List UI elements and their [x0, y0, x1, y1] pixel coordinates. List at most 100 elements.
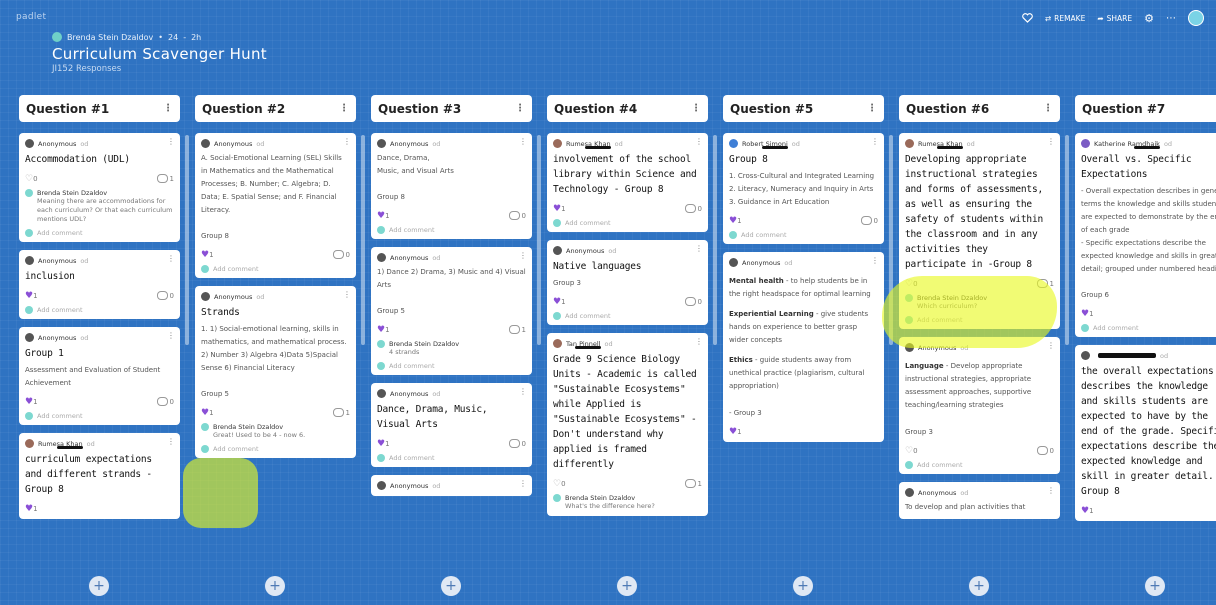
column-menu-icon[interactable]: ⋮: [867, 103, 877, 114]
padlet-logo[interactable]: padlet: [16, 12, 46, 22]
post-card[interactable]: Anonymous od ⋮ A. Social-Emotional Learning…: [195, 133, 356, 278]
post-card[interactable]: Anonymous od ⋮ Group 1 Assessment and Evalua…: [19, 327, 180, 425]
post-menu-icon[interactable]: ⋮: [695, 337, 703, 346]
add-comment-button[interactable]: Add comment: [25, 412, 174, 420]
like-button[interactable]: ♥1: [377, 439, 390, 449]
like-button[interactable]: ♥1: [377, 211, 390, 221]
post-card[interactable]: Rumesa Khan od ⋮ curriculum expectations an…: [19, 433, 180, 519]
column-scrollbar[interactable]: [713, 135, 717, 345]
add-post-button[interactable]: +: [441, 576, 461, 596]
post-card[interactable]: Anonymous od ⋮ Strands 1. 1) Social-emotiona…: [195, 286, 356, 458]
post-menu-icon[interactable]: ⋮: [519, 479, 527, 488]
add-comment-button[interactable]: Add comment: [1081, 324, 1216, 332]
post-menu-icon[interactable]: ⋮: [871, 137, 879, 146]
like-button[interactable]: ♡0: [25, 174, 38, 184]
heart-icon[interactable]: ♥: [1081, 309, 1089, 319]
add-comment-button[interactable]: Add comment: [377, 454, 526, 462]
add-comment-button[interactable]: Add comment: [201, 265, 350, 273]
comment-count[interactable]: 0: [1036, 446, 1054, 455]
comment-count[interactable]: 0: [684, 204, 702, 213]
add-comment-button[interactable]: Add comment: [553, 312, 702, 320]
like-button[interactable]: ♥1: [729, 216, 742, 226]
add-comment-button[interactable]: Add comment: [25, 229, 174, 237]
heart-icon[interactable]: ♥: [25, 291, 33, 301]
add-post-button[interactable]: +: [265, 576, 285, 596]
add-post-button[interactable]: +: [793, 576, 813, 596]
post-card[interactable]: Rumesa Khan od ⋮ involvement of the school …: [547, 133, 708, 232]
post-card[interactable]: Anonymous od ⋮: [371, 475, 532, 496]
like-button[interactable]: ♡0: [905, 279, 918, 289]
post-menu-icon[interactable]: ⋮: [695, 137, 703, 146]
post-card[interactable]: Anonymous od ⋮ Language - Develop appropria…: [899, 337, 1060, 474]
heart-icon[interactable]: ♥: [553, 297, 561, 307]
post-card[interactable]: Tan Pinnell od ⋮ Grade 9 Science Biology Un…: [547, 333, 708, 516]
column-menu-icon[interactable]: ⋮: [163, 103, 173, 114]
post-card[interactable]: Robert Simoni od ⋮ Group 8 1. Cross-Cultural…: [723, 133, 884, 244]
post-card[interactable]: Anonymous od ⋮ Dance, Drama, Music, and Vis…: [371, 133, 532, 239]
comment-count[interactable]: 1: [332, 408, 350, 417]
comment-count[interactable]: 0: [332, 250, 350, 259]
comment-count[interactable]: 1: [684, 479, 702, 488]
post-menu-icon[interactable]: ⋮: [1047, 137, 1055, 146]
post-card[interactable]: Anonymous od ⋮ inclusion ♥1 0 Add comment: [19, 250, 180, 319]
like-button[interactable]: ♥1: [553, 204, 566, 214]
comment-count[interactable]: 0: [508, 439, 526, 448]
post-menu-icon[interactable]: ⋮: [519, 387, 527, 396]
share-button[interactable]: ➦ SHARE: [1097, 14, 1132, 23]
post-menu-icon[interactable]: ⋮: [1047, 486, 1055, 495]
column-scrollbar[interactable]: [185, 135, 189, 345]
add-comment-button[interactable]: Add comment: [905, 316, 1054, 324]
heart-icon[interactable]: ♥: [25, 397, 33, 407]
comment-count[interactable]: 0: [508, 211, 526, 220]
post-card[interactable]: Anonymous od ⋮ Mental health - to help stud…: [723, 252, 884, 442]
heart-icon[interactable]: ♥: [377, 439, 385, 449]
more-icon[interactable]: ⋯: [1166, 13, 1176, 24]
heart-icon[interactable]: ♥: [201, 408, 209, 418]
column-scrollbar[interactable]: [889, 135, 893, 345]
like-button[interactable]: ♡0: [553, 479, 566, 489]
heart-icon[interactable]: ♥: [201, 250, 209, 260]
post-card[interactable]: Rumesa Khan od ⋮ Developing appropriate ins…: [899, 133, 1060, 329]
post-menu-icon[interactable]: ⋮: [167, 331, 175, 340]
add-comment-button[interactable]: Add comment: [553, 219, 702, 227]
column-scrollbar[interactable]: [361, 135, 365, 345]
post-card[interactable]: od⋮the overall expectations describes th…: [1075, 345, 1216, 521]
add-post-button[interactable]: +: [617, 576, 637, 596]
post-menu-icon[interactable]: ⋮: [343, 137, 351, 146]
post-menu-icon[interactable]: ⋮: [167, 437, 175, 446]
comment-count[interactable]: 0: [156, 291, 174, 300]
column-menu-icon[interactable]: ⋮: [515, 103, 525, 114]
heart-icon[interactable]: ♥: [1081, 506, 1089, 516]
column-menu-icon[interactable]: ⋮: [1043, 103, 1053, 114]
like-button[interactable]: ♥1: [377, 325, 390, 335]
like-button[interactable]: ♥1: [1081, 506, 1094, 516]
remake-button[interactable]: ⇄ REMAKE: [1045, 14, 1086, 23]
comment-count[interactable]: 1: [1036, 279, 1054, 288]
post-menu-icon[interactable]: ⋮: [343, 290, 351, 299]
like-button[interactable]: ♥1: [25, 504, 38, 514]
heart-icon[interactable]: ♡: [905, 446, 913, 456]
post-menu-icon[interactable]: ⋮: [695, 244, 703, 253]
comment-count[interactable]: 0: [156, 397, 174, 406]
post-menu-icon[interactable]: ⋮: [519, 137, 527, 146]
like-button[interactable]: ♥1: [25, 397, 38, 407]
comment-count[interactable]: 0: [860, 216, 878, 225]
post-menu-icon[interactable]: ⋮: [1047, 341, 1055, 350]
heart-icon[interactable]: [1022, 13, 1033, 23]
post-card[interactable]: Anonymous od ⋮ 1) Dance 2) Drama, 3) Music …: [371, 247, 532, 375]
column-scrollbar[interactable]: [537, 135, 541, 345]
post-menu-icon[interactable]: ⋮: [167, 137, 175, 146]
column-scrollbar[interactable]: [1065, 135, 1069, 345]
post-card[interactable]: Anonymous od ⋮ Accommodation (UDL) ♡0 1 Brenda…: [19, 133, 180, 242]
post-card[interactable]: Anonymous od ⋮ To develop and plan activiti…: [899, 482, 1060, 519]
add-comment-button[interactable]: Add comment: [905, 461, 1054, 469]
like-button[interactable]: ♥1: [25, 291, 38, 301]
heart-icon[interactable]: ♡: [25, 174, 33, 184]
post-card[interactable]: Katherine Ramdhaikod⋮Overall vs. Specifi…: [1075, 133, 1216, 337]
add-post-button[interactable]: +: [969, 576, 989, 596]
heart-icon[interactable]: ♡: [905, 279, 913, 289]
post-menu-icon[interactable]: ⋮: [871, 256, 879, 265]
post-card[interactable]: Anonymous od ⋮ Native languages Group 3 ♥1 0 Ad…: [547, 240, 708, 325]
comment-count[interactable]: 0: [684, 297, 702, 306]
gear-icon[interactable]: ⚙: [1144, 12, 1154, 25]
